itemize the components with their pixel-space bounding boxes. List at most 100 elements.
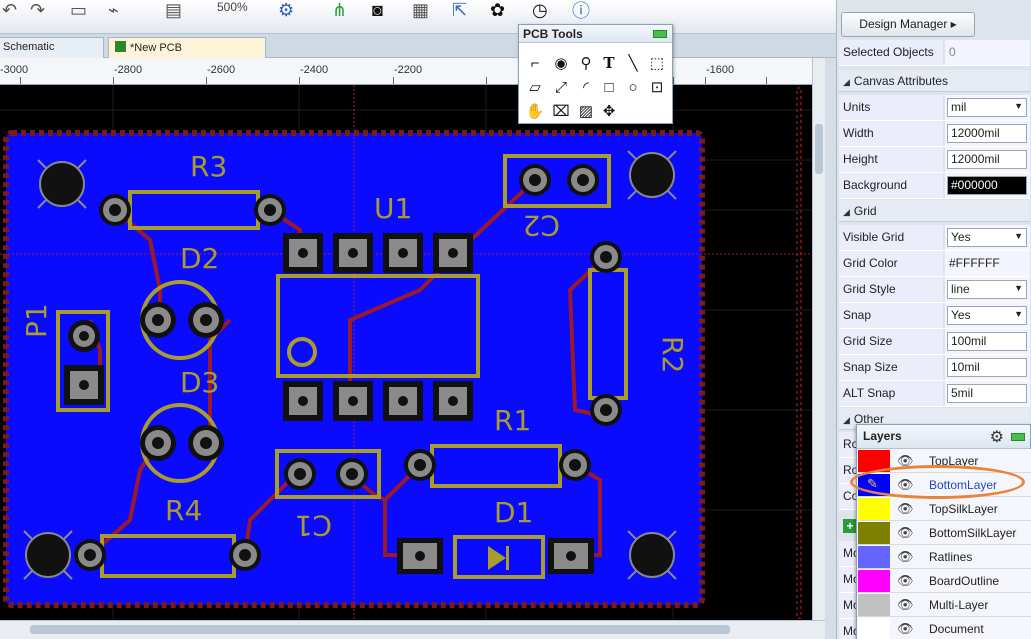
minimize-button[interactable] [653,30,667,38]
minimize-button[interactable] [1011,433,1025,441]
pad [519,164,551,196]
pad-icon[interactable]: ◉ [551,53,571,73]
mounting-hole [37,159,87,209]
property-cell: 5mil [945,381,1030,406]
eye-icon[interactable]: 👁 [897,501,914,517]
line-icon[interactable]: ╲ [623,53,643,73]
tab-label: *New PCB [130,42,182,54]
layer-color-swatch[interactable] [858,618,890,639]
property-label: Snap Size [839,355,943,380]
ruler-tick: -1600 [706,64,735,76]
horizontal-scroll-thumb[interactable] [30,625,730,634]
grid-size-input[interactable]: 100mil [947,332,1027,351]
app-window: ↶ ↷ ▭ ⌁ ▤ 500% ⚙ ⋔ ◙ ▦ ⇱ ✿ ◷ ⓘ Schematic… [0,0,1031,639]
layer-row-multilayer[interactable]: 👁 Multi-Layer [857,593,1031,617]
eye-icon[interactable]: 👁 [897,525,914,541]
grid-style-row: Grid Style line [839,277,1030,303]
copper-area-icon[interactable]: ⬚ [647,53,667,73]
pan-icon[interactable]: ✋ [525,101,545,121]
layer-name: Ratlines [929,550,973,564]
layer-color-swatch[interactable] [858,546,890,568]
undo-icon[interactable]: ↶ [2,0,17,20]
zoom-level[interactable]: 500% [217,0,248,14]
via-icon[interactable]: ⚲ [576,53,596,73]
pad [283,381,323,421]
share-icon[interactable]: ⋔ [332,0,347,20]
layer-color-swatch[interactable] [858,570,890,592]
image-icon[interactable]: ▨ [576,101,596,121]
text-icon[interactable]: T [599,53,619,73]
copy-icon[interactable]: ▭ [70,0,87,20]
rect-icon[interactable]: □ [599,77,619,97]
layer-row-topsilklayer[interactable]: 👁 TopSilkLayer [857,497,1031,521]
annotation-highlight-ring [850,465,1025,499]
hole-icon[interactable]: ⊡ [647,77,667,97]
board-outline-edge [796,87,802,619]
dimension-icon[interactable]: ⤢ [551,77,571,97]
pad [140,302,176,338]
layer-row-boardoutline[interactable]: 👁 BoardOutline [857,569,1031,593]
layer-row-bottomsilklayer[interactable]: 👁 BottomSilkLayer [857,521,1031,545]
help-icon[interactable]: ✿ [490,0,505,20]
width-input[interactable]: 12000mil [947,124,1027,143]
pcb-tools-palette: PCB Tools ⌐ ◉ ⚲ T ╲ ⬚ ▱ ⤢ ◜ □ ○ ⊡ ✋ ⌧ ▨ … [518,24,673,124]
alt-snap-input[interactable]: 5mil [947,384,1027,403]
property-cell: 12000mil [945,147,1030,172]
track-icon[interactable]: ⌐ [525,53,545,73]
designator: D3 [180,366,219,399]
move-icon[interactable]: ✥ [599,101,619,121]
units-select[interactable]: mil [947,98,1027,117]
layer-color-swatch[interactable] [858,594,890,616]
design-manager-button[interactable]: Design Manager ▸ [841,12,975,37]
pad [590,394,622,426]
pad [333,233,373,273]
layer-color-swatch[interactable] [858,498,890,520]
layer-color-swatch[interactable] [858,522,890,544]
pcb-canvas[interactable]: R3 U1 C2 D2 P1 D3 R2 R1 R4 D1 C1 [0,85,812,620]
gear-icon[interactable]: ⚙ [990,427,1004,447]
arc-icon[interactable]: ◜ [576,77,596,97]
eye-icon[interactable]: 👁 [897,597,914,613]
layer-row-document[interactable]: 👁 Document [857,617,1031,639]
wire-icon[interactable]: ⌁ [108,0,119,20]
layer-row-ratlines[interactable]: 👁 Ratlines [857,545,1031,569]
canvas-attributes-header[interactable]: ◢ Canvas Attributes [839,70,1030,92]
horizontal-ruler: -3000 -2800 -2600 -2400 -2200 -1600 [0,58,812,85]
property-label: Height [839,147,943,172]
add-icon[interactable]: + [843,519,857,533]
redo-icon[interactable]: ↷ [30,0,45,20]
solid-region-icon[interactable]: ▱ [525,77,545,97]
collapse-arrow-icon: ◢ [843,207,850,217]
export-icon[interactable]: ⇱ [452,0,467,20]
eye-icon[interactable]: 👁 [897,549,914,565]
tab-schematic[interactable]: Schematic [0,37,104,58]
gear-icon[interactable]: ⚙ [278,0,294,20]
background-color-input[interactable]: #000000 [947,176,1027,195]
vertical-scroll-thumb[interactable] [815,124,823,174]
pad [99,194,131,226]
tab-new-pcb[interactable]: *New PCB [108,37,266,58]
circle-icon[interactable]: ○ [623,77,643,97]
property-cell: line [945,277,1030,302]
height-input[interactable]: 12000mil [947,150,1027,169]
visible-grid-select[interactable]: Yes [947,228,1027,247]
snap-size-input[interactable]: 10mil [947,358,1027,377]
history-icon[interactable]: ◷ [532,0,548,20]
camera-icon[interactable]: ◙ [372,0,383,20]
eye-icon[interactable]: 👁 [897,573,914,589]
layer-name: TopSilkLayer [929,502,998,516]
grid-color-value[interactable]: #FFFFFF [945,251,1030,276]
info-icon[interactable]: ⓘ [572,0,590,21]
property-label: Width [839,121,943,146]
no-connect-icon[interactable]: ⌧ [551,101,571,121]
eye-icon[interactable]: 👁 [897,621,914,637]
grid-size-row: Grid Size 100mil [839,329,1030,355]
layers-icon[interactable]: ▤ [165,0,182,20]
snap-select[interactable]: Yes [947,306,1027,325]
vertical-scrollbar[interactable] [812,58,825,620]
grid-header[interactable]: ◢ Grid [839,200,1030,222]
horizontal-scrollbar[interactable] [0,620,825,639]
chip-icon[interactable]: ▦ [412,0,429,20]
ruler-mark [766,77,767,84]
grid-style-select[interactable]: line [947,280,1027,299]
